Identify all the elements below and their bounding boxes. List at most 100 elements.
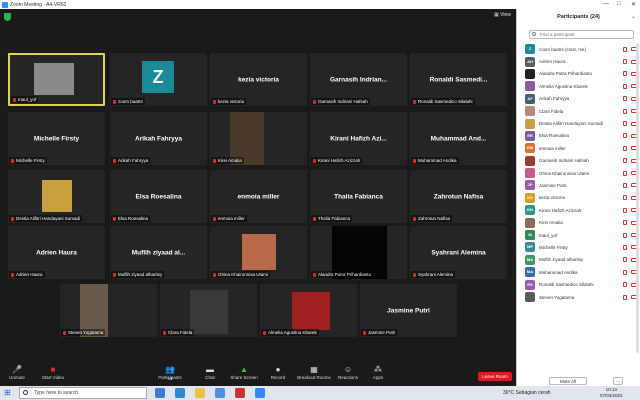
participant-name: enmoia miller (218, 216, 245, 221)
mic-muted-icon (113, 216, 116, 221)
chat-button[interactable]: ▬ Chat (193, 366, 227, 381)
chrome-icon[interactable] (235, 388, 245, 398)
participant-row[interactable]: EM enmoia miller (525, 142, 637, 154)
participant-row[interactable]: Kirei Amalia (525, 216, 637, 228)
mic-muted-icon[interactable] (623, 282, 627, 288)
mic-muted-icon[interactable] (623, 195, 627, 201)
video-tile[interactable]: Adrien Haura Adrien Haura (8, 226, 105, 279)
video-tile[interactable]: Syahrani Alemina Syahrani Alemina (410, 226, 507, 279)
mic-muted-icon[interactable] (623, 46, 627, 52)
view-button[interactable]: ▦ View (494, 12, 511, 18)
video-tile[interactable]: Muflih ziyaad al... Muflih ziyaad alharit… (110, 226, 207, 279)
mic-muted-icon[interactable] (623, 269, 627, 275)
file-explorer-icon[interactable] (195, 388, 205, 398)
taskbar-clock[interactable]: 10:13 07/03/2022 (600, 387, 623, 399)
video-tile[interactable]: Kirei Amalia (210, 112, 307, 165)
close-button[interactable]: ✕ (631, 1, 636, 8)
video-tile[interactable]: Muhammad And... Muhammad Andika (410, 112, 507, 165)
participant-row[interactable]: MF Michelle Firsty (525, 241, 637, 253)
video-tile[interactable]: Zahrotun Nafisa Zahrotun Nafisa (410, 170, 507, 223)
video-tile[interactable]: Garnasih Indrian... Garnasih Indriani Haf… (310, 53, 407, 106)
encryption-shield-icon[interactable] (4, 13, 11, 21)
video-tile[interactable]: Almelia Agustina Kbarek (260, 284, 357, 337)
share-screen-button[interactable]: ▲ Share Screen (227, 366, 261, 381)
mic-muted-icon[interactable] (623, 207, 627, 213)
video-tile[interactable]: maul_yof (8, 53, 105, 106)
mic-muted-icon[interactable] (623, 257, 627, 263)
mic-muted-icon[interactable] (623, 170, 627, 176)
mic-muted-icon[interactable] (623, 244, 627, 250)
video-tile[interactable]: Zzoom baa04 (110, 53, 207, 106)
mic-muted-icon[interactable] (623, 71, 627, 77)
participant-row[interactable]: KH Kirani Hafizh Azizzah (525, 204, 637, 216)
participant-row[interactable]: AH Adrien Haura (525, 55, 637, 67)
participant-row[interactable]: AF Arikah Fahryya (525, 93, 637, 105)
windows-start-icon[interactable]: ⊞ (4, 389, 12, 397)
video-tile[interactable]: Steven Yogatama (60, 284, 157, 337)
mute-all-button[interactable]: Mute All (549, 377, 587, 385)
reactions-button[interactable]: ☺ Reactions (331, 366, 365, 381)
record-button[interactable]: ● Record (261, 366, 295, 381)
participant-row[interactable]: Alandra Putra Prihardianto (525, 68, 637, 80)
mic-muted-icon[interactable] (623, 294, 627, 300)
participant-row[interactable]: Clara Fidela (525, 105, 637, 117)
participant-row[interactable]: Almelia Agustina Kbarek (525, 80, 637, 92)
participant-row[interactable]: MA Muhammad Andika (525, 266, 637, 278)
video-tile[interactable]: kezia victoria kezia victoria (210, 53, 307, 106)
zoom-taskbar-icon[interactable] (255, 388, 265, 398)
video-tile[interactable]: Michelle Firsty Michelle Firsty (8, 112, 105, 165)
breakout-rooms-button[interactable]: ▦ Breakout Rooms (295, 366, 333, 381)
video-tile[interactable]: Clara Fidela (160, 284, 257, 337)
video-tile[interactable]: Arikah Fahryya Arikah Fahryya (110, 112, 207, 165)
mic-muted-icon[interactable] (623, 83, 627, 89)
mic-muted-icon[interactable] (623, 220, 627, 226)
store-icon[interactable] (215, 388, 225, 398)
mic-muted-icon[interactable] (623, 108, 627, 114)
panel-collapse-icon[interactable]: ⌄ (631, 13, 636, 20)
mic-muted-icon[interactable] (623, 96, 627, 102)
minimize-button[interactable]: — (603, 1, 609, 7)
participant-row[interactable]: Zzoom baa04 (Host, me) (525, 43, 637, 55)
mic-muted-icon[interactable] (623, 121, 627, 127)
participant-display-name: Garnasih Indrian... (329, 76, 388, 83)
video-tile[interactable]: Thalia Fabianca Thalia Fabianca (310, 170, 407, 223)
task-view-icon[interactable] (155, 388, 165, 398)
maximize-button[interactable]: □ (617, 1, 621, 7)
video-tile[interactable]: Kirani Hafizh Azi... Kirani Hafizh Azizza… (310, 112, 407, 165)
mic-muted-icon[interactable] (623, 158, 627, 164)
participant-row[interactable]: MA Muflih ziyaad alharitsy (525, 254, 637, 266)
video-tile[interactable]: Destia Alifitri Handayani Sumadi (8, 170, 105, 223)
apps-button[interactable]: ⁂ Apps (361, 366, 395, 381)
video-tile[interactable]: Jasmine Putri Jasmine Putri (360, 284, 457, 337)
mic-muted-icon[interactable] (623, 232, 627, 238)
video-tile[interactable]: Elsa Roesalina Elsa Roesalina (110, 170, 207, 223)
participant-row[interactable]: Steven Yogatama (525, 291, 637, 303)
participant-row[interactable]: Ghina Khairunnisa Utami (525, 167, 637, 179)
mic-muted-icon[interactable] (623, 133, 627, 139)
more-options-button[interactable]: ... (613, 377, 623, 385)
video-tile[interactable]: Ghina Khairunnisa Utami (210, 226, 307, 279)
edge-icon[interactable] (175, 388, 185, 398)
participant-row[interactable]: Mmaul_yof (525, 229, 637, 241)
weather-status[interactable]: 30°C Sebagian cerah (503, 388, 551, 398)
video-tile[interactable]: Alandra Putra Prihardianto (310, 226, 407, 279)
participant-row[interactable]: KV kezia victoria (525, 192, 637, 204)
mic-muted-icon (11, 272, 14, 277)
mic-muted-icon[interactable] (623, 182, 627, 188)
start-video-button[interactable]: ■ Start Video (36, 366, 70, 381)
participant-row[interactable]: JP Jasmine Putri (525, 179, 637, 191)
mic-muted-icon[interactable] (623, 59, 627, 65)
video-tile[interactable]: enmoia miller enmoia miller (210, 170, 307, 223)
participant-search-input[interactable] (529, 30, 634, 39)
leave-room-button[interactable]: Leave Room (478, 372, 512, 381)
participant-row[interactable]: Destia Alifitri Handayani Sumadi (525, 117, 637, 129)
unmute-button[interactable]: 🎤 Unmute (0, 366, 34, 381)
mic-muted-icon[interactable] (623, 145, 627, 151)
participant-row[interactable]: Garnasih Indriani Hafsah (525, 155, 637, 167)
participant-row[interactable]: ER Elsa Roesalina (525, 130, 637, 142)
participants-button[interactable]: 👥24 Participants (153, 366, 187, 382)
taskbar-search-input[interactable]: Type here to search (19, 387, 147, 399)
participant-row[interactable]: RS Ronaldi Sasmedico Silalahi (525, 278, 637, 290)
video-tile[interactable]: Ronaldi Sasmedi... Ronaldi Sasmedico Sila… (410, 53, 507, 106)
participant-list-scrollbar[interactable] (636, 43, 639, 353)
